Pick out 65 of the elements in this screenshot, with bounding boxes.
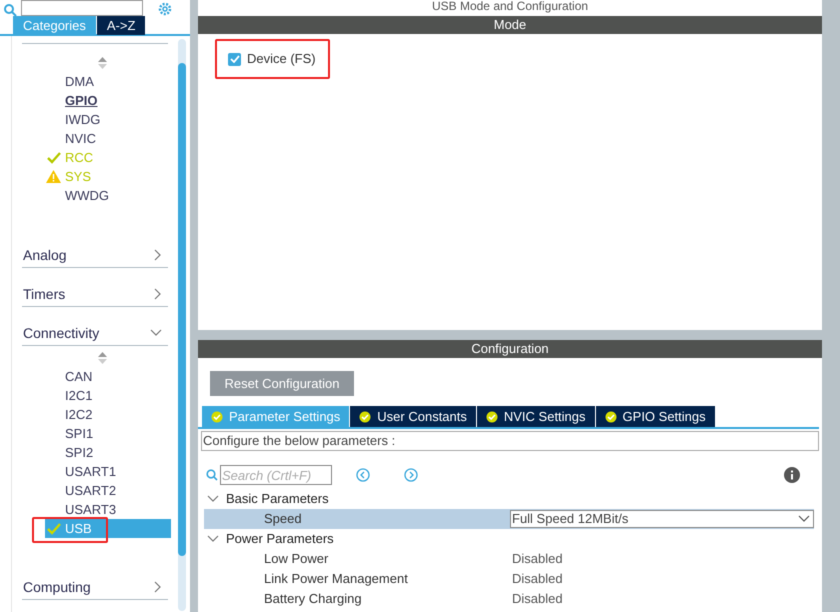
config-tab[interactable]: User Constants — [350, 406, 476, 427]
next-icon[interactable] — [404, 468, 418, 482]
parameter-row[interactable]: Link Power Management Disabled — [204, 569, 814, 589]
chevron-right-icon — [154, 288, 162, 300]
peripheral-item[interactable]: NVIC — [45, 129, 171, 148]
checkbox-label: Device (FS) — [247, 50, 316, 68]
parameter-row[interactable]: Low Power Disabled — [204, 549, 814, 569]
search-field[interactable] — [21, 0, 143, 16]
parameter-name: Battery Charging — [263, 590, 363, 608]
search-icon — [3, 4, 17, 16]
peripheral-item[interactable]: USART3 — [45, 500, 171, 519]
check-icon — [46, 152, 60, 164]
chevron-down-icon — [207, 535, 219, 543]
config-tab[interactable]: GPIO Settings — [596, 406, 715, 427]
chevron-down-icon — [207, 495, 219, 503]
peripheral-item[interactable]: SPI1 — [45, 424, 171, 443]
category-header[interactable]: Computing — [22, 575, 168, 600]
chevron-right-icon — [154, 249, 162, 261]
warning-icon — [46, 170, 61, 183]
check-circle-icon — [486, 410, 498, 422]
section-header: Mode — [198, 16, 822, 34]
description-text: Configure the below parameters : — [201, 431, 819, 451]
peripheral-item[interactable]: USART2 — [45, 481, 171, 500]
check-icon — [46, 522, 60, 534]
category-header[interactable]: Timers — [22, 282, 168, 307]
scroll-arrows-icon[interactable] — [98, 352, 106, 364]
parameter-row[interactable]: Speed Full Speed 12MBit/s — [204, 509, 814, 529]
check-circle-icon — [359, 410, 372, 422]
category-header[interactable]: Analog — [22, 243, 168, 268]
check-circle-icon — [604, 410, 617, 422]
peripheral-item[interactable]: I2C2 — [45, 405, 171, 424]
chevron-down-icon — [798, 515, 810, 523]
parameter-row[interactable]: Battery Charging Disabled — [204, 589, 814, 609]
peripheral-item[interactable]: WWDG — [45, 186, 171, 205]
section-header: Configuration — [198, 340, 822, 358]
parameter-name: Link Power Management — [263, 570, 409, 588]
previous-icon[interactable] — [356, 468, 370, 482]
chevron-right-icon — [154, 581, 162, 593]
config-tab[interactable]: NVIC Settings — [476, 406, 595, 427]
parameter-group[interactable]: Power Parameters — [198, 529, 822, 549]
category-header[interactable]: Connectivity — [22, 321, 168, 346]
peripheral-item[interactable]: IWDG — [45, 110, 171, 129]
peripheral-item[interactable]: GPIO — [45, 91, 171, 110]
sidebar-tab[interactable]: A->Z — [96, 16, 146, 35]
info-icon[interactable] — [784, 467, 800, 483]
checkbox[interactable] — [228, 52, 241, 66]
search-icon — [206, 469, 218, 481]
parameter-group[interactable]: Basic Parameters — [198, 489, 822, 509]
parameter-value: Disabled — [511, 570, 563, 588]
parameter-name: Speed — [263, 510, 303, 528]
parameter-name: Low Power — [263, 550, 330, 568]
peripheral-item[interactable]: SPI2 — [45, 443, 171, 462]
peripheral-item[interactable]: USART1 — [45, 462, 171, 481]
parameter-value: Disabled — [511, 550, 563, 568]
peripheral-item[interactable]: DMA — [45, 72, 171, 91]
panel-title: USB Mode and Configuration — [430, 0, 590, 15]
parameter-value: Disabled — [511, 590, 563, 608]
search-field[interactable]: Search (Crtl+F) — [220, 465, 332, 485]
parameter-dropdown[interactable]: Full Speed 12MBit/s — [510, 510, 814, 528]
peripheral-item[interactable]: CAN — [45, 367, 171, 386]
peripheral-item[interactable]: I2C1 — [45, 386, 171, 405]
gear-icon[interactable] — [157, 2, 173, 16]
scroll-arrows-icon[interactable] — [98, 57, 106, 69]
chevron-down-icon — [150, 329, 162, 337]
check-circle-icon — [211, 410, 223, 422]
